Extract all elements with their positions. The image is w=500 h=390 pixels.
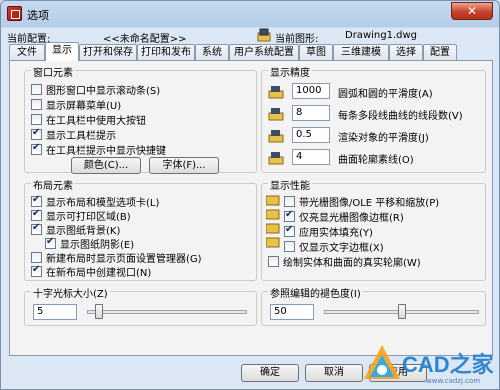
checkbox[interactable] <box>31 127 42 140</box>
page-setup-manager-option[interactable]: 新建布局时显示页面设置管理器(G) <box>31 250 202 265</box>
tab-selection[interactable]: 选择 <box>389 44 423 60</box>
checkbox[interactable] <box>31 99 42 110</box>
contour-icon <box>268 152 284 165</box>
tab-drafting[interactable]: 草图 <box>299 44 333 60</box>
contour-lines-input[interactable]: 4 <box>292 149 330 165</box>
crosshair-size-group: 十字光标大小(Z) 5 <box>24 285 257 326</box>
checkbox[interactable] <box>284 196 295 207</box>
crosshair-size-title: 十字光标大小(Z) <box>31 285 110 300</box>
tab-profiles[interactable]: 配置 <box>423 44 457 60</box>
xref-fade-input[interactable]: 50 <box>270 304 314 320</box>
cad-home-logo-icon <box>364 345 400 379</box>
display-performance-title: 显示性能 <box>268 177 312 192</box>
crosshair-size-input[interactable]: 5 <box>33 304 77 320</box>
window-elements-title: 窗口元素 <box>31 64 75 79</box>
layout-elements-title: 布局元素 <box>31 177 75 192</box>
checkbox[interactable] <box>31 194 42 207</box>
crosshair-slider-track[interactable] <box>87 310 247 314</box>
checkbox[interactable] <box>284 224 295 237</box>
checkbox[interactable] <box>268 256 279 267</box>
layout-elements-group: 布局元素 显示布局和模型选项卡(L) 显示可打印区域(B) 显示图纸背景(K) … <box>24 177 257 281</box>
render-smoothness-row: 0.5 渲染对象的平滑度(J) <box>268 127 483 145</box>
tab-open-save[interactable]: 打开和保存 <box>79 44 137 60</box>
checkbox[interactable] <box>284 209 295 222</box>
fonts-button[interactable]: 字体(F)... <box>149 157 219 174</box>
xref-fade-slider-thumb[interactable] <box>397 304 406 319</box>
title-bar: 选项 ✕ <box>1 1 499 27</box>
polyline-segments-input[interactable]: 8 <box>292 105 330 121</box>
display-resolution-title: 显示精度 <box>268 64 312 79</box>
watermark-text: CAD之家 <box>402 352 494 377</box>
display-performance-group: 显示性能 带光栅图像/OLE 平移和缩放(P) 仅亮显光栅图像边框(R) 应用实… <box>261 177 486 281</box>
screen-menu-option[interactable]: 显示屏幕菜单(U) <box>31 97 121 112</box>
text-frame-option[interactable]: 仅显示文字边框(X) <box>284 239 384 254</box>
raster-ole-option[interactable]: 带光栅图像/OLE 平移和缩放(P) <box>284 194 439 209</box>
checkbox[interactable] <box>45 236 56 249</box>
render-smoothness-input[interactable]: 0.5 <box>292 127 330 143</box>
window-elements-group: 窗口元素 图形窗口中显示滚动条(S) 显示屏幕菜单(U) 在工具栏中使用大按钮 … <box>24 64 257 174</box>
create-viewport-option[interactable]: 在新布局中创建视口(N) <box>31 264 151 279</box>
display-tab-panel: 窗口元素 图形窗口中显示滚动条(S) 显示屏幕菜单(U) 在工具栏中使用大按钮 … <box>9 60 493 356</box>
checkbox[interactable] <box>31 142 42 155</box>
drawing-value: Drawing1.dwg <box>345 30 417 41</box>
tab-3d-modeling[interactable]: 三维建模 <box>333 44 389 60</box>
tooltips-option[interactable]: 显示工具栏提示 <box>31 127 116 142</box>
tab-plot-publish[interactable]: 打印和发布 <box>137 44 195 60</box>
checkbox[interactable] <box>31 264 42 277</box>
render-icon <box>268 130 284 143</box>
checkbox[interactable] <box>31 208 42 221</box>
tab-display[interactable]: 显示 <box>45 42 79 61</box>
window-title: 选项 <box>27 9 49 22</box>
tab-system[interactable]: 系统 <box>195 44 229 60</box>
tab-strip: 文件 显示 打开和保存 打印和发布 系统 用户系统配置 草图 三维建模 选择 配… <box>9 42 493 61</box>
large-buttons-option[interactable]: 在工具栏中使用大按钮 <box>31 112 146 127</box>
checkbox[interactable] <box>284 241 295 252</box>
checkbox[interactable] <box>31 252 42 263</box>
arc-smoothness-row: 1000 圆弧和圆的平滑度(A) <box>268 83 483 101</box>
colors-button[interactable]: 颜色(C)... <box>71 157 141 174</box>
polyline-segments-row: 8 每条多段线曲线的线段数(V) <box>268 105 483 123</box>
ok-button[interactable]: 确定 <box>241 364 299 382</box>
info-bar: 当前配置: <<未命名配置>> 当前图形: Drawing1.dwg <box>7 28 495 45</box>
drawing-file-icon <box>257 28 271 42</box>
tooltip-shortcuts-option[interactable]: 在工具栏提示中显示快捷键 <box>31 142 166 157</box>
contour-lines-row: 4 曲面轮廓素线(O) <box>268 149 483 167</box>
display-resolution-group: 显示精度 1000 圆弧和圆的平滑度(A) 8 每条多段线曲线的线段数(V) 0… <box>261 64 486 173</box>
raster-frame-option[interactable]: 仅亮显光栅图像边框(R) <box>284 209 404 224</box>
autocad-icon <box>7 6 22 21</box>
checkbox[interactable] <box>31 222 42 235</box>
polyline-icon <box>268 108 284 121</box>
close-button[interactable]: ✕ <box>451 2 493 20</box>
true-silhouettes-option[interactable]: 绘制实体和曲面的真实轮廓(W) <box>268 254 421 269</box>
layout-model-tabs-option[interactable]: 显示布局和模型选项卡(L) <box>31 194 159 209</box>
crosshair-slider-thumb[interactable] <box>94 304 103 319</box>
watermark-url: www.cadzj.com <box>426 377 481 385</box>
paper-background-option[interactable]: 显示图纸背景(K) <box>31 222 120 237</box>
tab-files[interactable]: 文件 <box>9 44 45 60</box>
arc-smoothness-input[interactable]: 1000 <box>292 83 330 99</box>
cancel-button[interactable]: 取消 <box>305 364 363 382</box>
paper-shadow-option[interactable]: 显示图纸阴影(E) <box>45 236 134 251</box>
xref-fade-group: 参照编辑的褪色度(I) 50 <box>261 285 486 326</box>
xref-fade-title: 参照编辑的褪色度(I) <box>268 285 363 300</box>
scrollbars-option[interactable]: 图形窗口中显示滚动条(S) <box>31 82 160 97</box>
checkbox[interactable] <box>31 84 42 95</box>
solid-fill-option[interactable]: 应用实体填充(Y) <box>284 224 373 239</box>
checkbox[interactable] <box>31 114 42 125</box>
options-dialog: 选项 ✕ 当前配置: <<未命名配置>> 当前图形: Drawing1.dwg … <box>0 0 500 390</box>
tab-user-preferences[interactable]: 用户系统配置 <box>229 44 299 60</box>
printable-area-option[interactable]: 显示可打印区域(B) <box>31 208 131 223</box>
watermark-logo: CAD之家 www.cadzj.com <box>356 341 499 389</box>
arc-icon <box>268 86 284 99</box>
